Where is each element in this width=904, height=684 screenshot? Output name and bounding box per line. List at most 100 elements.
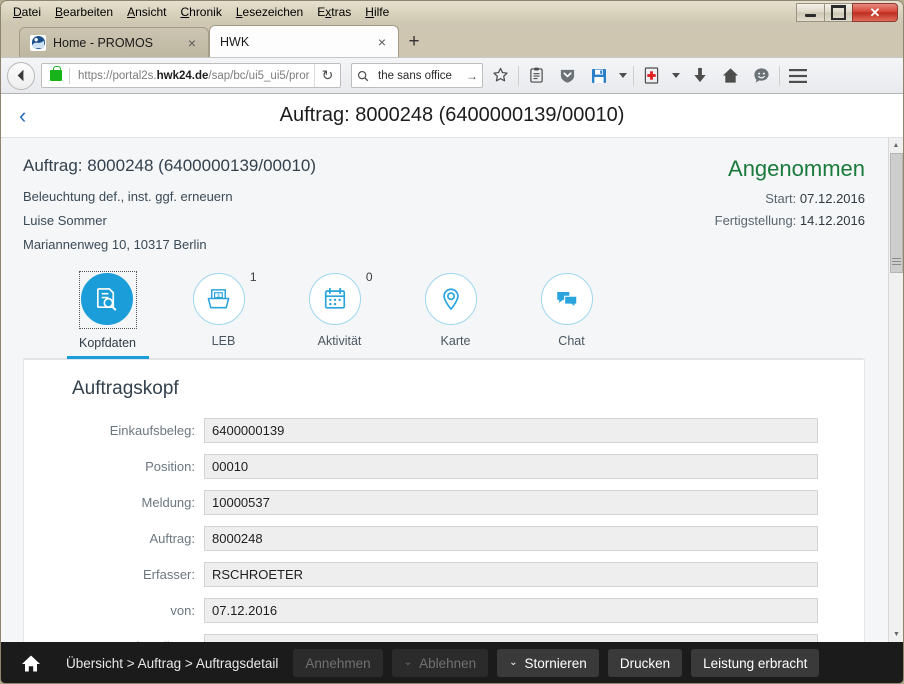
status-badge: Angenommen xyxy=(715,156,865,182)
tab-aktivitaet-circle-wrap: 0 xyxy=(309,273,371,325)
tab-label-chat: Chat xyxy=(558,334,584,348)
field-input-erfasser[interactable]: RSCHROETER xyxy=(204,562,818,587)
field-label-meldung: Meldung: xyxy=(44,495,204,510)
home-icon[interactable] xyxy=(15,649,47,677)
map-pin-icon xyxy=(425,273,477,325)
tab-underline-karte xyxy=(415,354,497,357)
bookmark-star-icon[interactable] xyxy=(487,61,514,90)
reload-icon[interactable]: ↻ xyxy=(314,64,340,87)
new-tab-button[interactable]: + xyxy=(399,27,429,57)
app-back-icon[interactable]: ‹ xyxy=(19,105,26,127)
order-completion: Fertigstellung: 14.12.2016 xyxy=(715,213,865,228)
field-input-auftrag[interactable]: 8000248 xyxy=(204,526,818,551)
leistung-erbracht-label: Leistung erbracht xyxy=(703,656,807,671)
field-label-einkaufsbeleg: Einkaufsbeleg: xyxy=(44,423,204,438)
ablehnen-label: Ablehnen xyxy=(419,656,476,671)
order-title: Auftrag: 8000248 (6400000139/00010) xyxy=(23,156,316,176)
tab-kopfdaten[interactable]: Kopfdaten xyxy=(63,273,152,359)
field-label-erfasser: Erfasser: xyxy=(44,567,204,582)
order-header-right: Angenommen Start: 07.12.2016 Fertigstell… xyxy=(715,156,865,261)
browser-window: DDateiatei Bearbeiten Ansicht Chronik Le… xyxy=(0,0,904,684)
breadcrumb[interactable]: Übersicht > Auftrag > Auftragsdetail xyxy=(66,656,278,671)
scroll-down-arrow-icon[interactable]: ▼ xyxy=(889,627,903,642)
tab-leb[interactable]: $ 1 LEB xyxy=(179,273,268,359)
menu-item-extras[interactable]: Extras xyxy=(317,5,351,19)
chevron-down-icon: ⌄ xyxy=(404,658,412,668)
home-icon[interactable] xyxy=(717,61,744,90)
tab-active-underline xyxy=(67,356,149,359)
tab-kopfdaten-circle-wrap xyxy=(81,273,135,327)
save-floppy-icon[interactable] xyxy=(585,61,612,90)
tab-label-karte: Karte xyxy=(441,334,471,348)
calendar-icon xyxy=(309,273,361,325)
drucken-button[interactable]: Drucken xyxy=(608,649,682,677)
field-input-position[interactable]: 00010 xyxy=(204,454,818,479)
tab-strip: Home - PROMOS × HWK × + xyxy=(1,23,903,57)
maximize-button[interactable] xyxy=(824,3,853,22)
tab-badge-aktivitaet: 0 xyxy=(366,270,373,284)
reading-list-icon[interactable] xyxy=(523,61,550,90)
downloads-icon[interactable] xyxy=(686,61,713,90)
menu-item-ansicht[interactable]: Ansicht xyxy=(127,5,166,19)
address-bar[interactable]: https://portal2s.hwk24.de/sap/bc/ui5_ui5… xyxy=(41,63,341,88)
browser-tab-home-promos[interactable]: Home - PROMOS × xyxy=(19,27,209,57)
page-scroll-area: Auftrag: 8000248 (6400000139/00010) Bele… xyxy=(1,138,903,642)
save-dropdown-caret[interactable] xyxy=(616,61,629,90)
chevron-down-icon: ⌄ xyxy=(509,658,517,668)
tab-karte[interactable]: Karte xyxy=(411,273,500,359)
field-row-von: von: 07.12.2016 xyxy=(24,598,864,623)
leistung-erbracht-button[interactable]: Leistung erbracht xyxy=(691,649,819,677)
back-button[interactable] xyxy=(7,62,35,90)
search-input-value[interactable]: the sans office xyxy=(374,70,462,82)
search-bar[interactable]: the sans office → xyxy=(351,63,483,88)
scrollbar-thumb[interactable] xyxy=(890,153,903,273)
tab-aktivitaet[interactable]: 0 Aktivität xyxy=(295,273,384,359)
scroll-up-arrow-icon[interactable]: ▲ xyxy=(889,138,903,153)
hamburger-menu-icon[interactable] xyxy=(784,61,811,90)
search-icon xyxy=(352,70,374,82)
search-go-icon[interactable]: → xyxy=(462,69,482,83)
icon-tab-bar: Kopfdaten $ xyxy=(1,265,891,359)
field-label-fertigstellung: Fertigstellung: xyxy=(44,639,204,642)
minimize-button[interactable] xyxy=(796,3,825,22)
pocket-shield-icon[interactable] xyxy=(554,61,581,90)
field-row-position: Position: 00010 xyxy=(24,454,864,479)
tab-label-leb: LEB xyxy=(212,334,236,348)
stornieren-button[interactable]: ⌄ Stornieren xyxy=(497,649,599,677)
menu-item-hilfe[interactable]: Hilfe xyxy=(365,5,389,19)
menu-item-datei[interactable]: DDateiatei xyxy=(13,5,41,19)
field-input-von[interactable]: 07.12.2016 xyxy=(204,598,818,623)
tab-label-kopfdaten: Kopfdaten xyxy=(79,336,136,350)
field-input-fertigstellung[interactable]: 14.12.2016 xyxy=(204,634,818,642)
ablehnen-button[interactable]: ⌄ Ablehnen xyxy=(392,649,488,677)
menu-item-chronik[interactable]: Chronik xyxy=(180,5,221,19)
menu-item-bearbeiten[interactable]: Bearbeiten xyxy=(55,5,113,19)
order-contact: Luise Sommer xyxy=(23,213,316,228)
navigation-toolbar: https://portal2s.hwk24.de/sap/bc/ui5_ui5… xyxy=(1,57,903,94)
tab-chat-circle-wrap xyxy=(541,273,603,325)
tab-underline-leb xyxy=(183,354,265,357)
field-label-von: von: xyxy=(44,603,204,618)
close-button[interactable]: ✕ xyxy=(852,3,898,22)
feedback-smiley-icon[interactable] xyxy=(748,61,775,90)
page-viewport: ‹ Auftrag: 8000248 (6400000139/00010) Au… xyxy=(1,94,903,642)
field-input-meldung[interactable]: 10000537 xyxy=(204,490,818,515)
annehmen-button[interactable]: Annehmen xyxy=(293,649,382,677)
browser-tab-hwk[interactable]: HWK × xyxy=(209,25,399,57)
field-input-einkaufsbeleg[interactable]: 6400000139 xyxy=(204,418,818,443)
order-completion-value: 14.12.2016 xyxy=(800,213,865,228)
drucken-label: Drucken xyxy=(620,656,670,671)
order-description: Beleuchtung def., inst. ggf. erneuern xyxy=(23,189,316,204)
toolbar-separator-3 xyxy=(779,66,780,86)
tab-chat[interactable]: Chat xyxy=(527,273,616,359)
tab-badge-leb: 1 xyxy=(250,270,257,284)
invoice-folder-icon: $ xyxy=(193,273,245,325)
adblock-dropdown-caret[interactable] xyxy=(669,61,682,90)
tab-close-icon-hwk[interactable]: × xyxy=(374,34,390,50)
adblock-icon[interactable] xyxy=(638,61,665,90)
bottom-action-bar: Übersicht > Auftrag > Auftragsdetail Ann… xyxy=(1,642,903,684)
page-scrollbar[interactable]: ▲ ▼ xyxy=(888,138,903,642)
field-row-einkaufsbeleg: Einkaufsbeleg: 6400000139 xyxy=(24,418,864,443)
tab-close-icon-home-promos[interactable]: × xyxy=(184,35,200,51)
menu-item-lesezeichen[interactable]: Lesezeichen xyxy=(236,5,303,19)
